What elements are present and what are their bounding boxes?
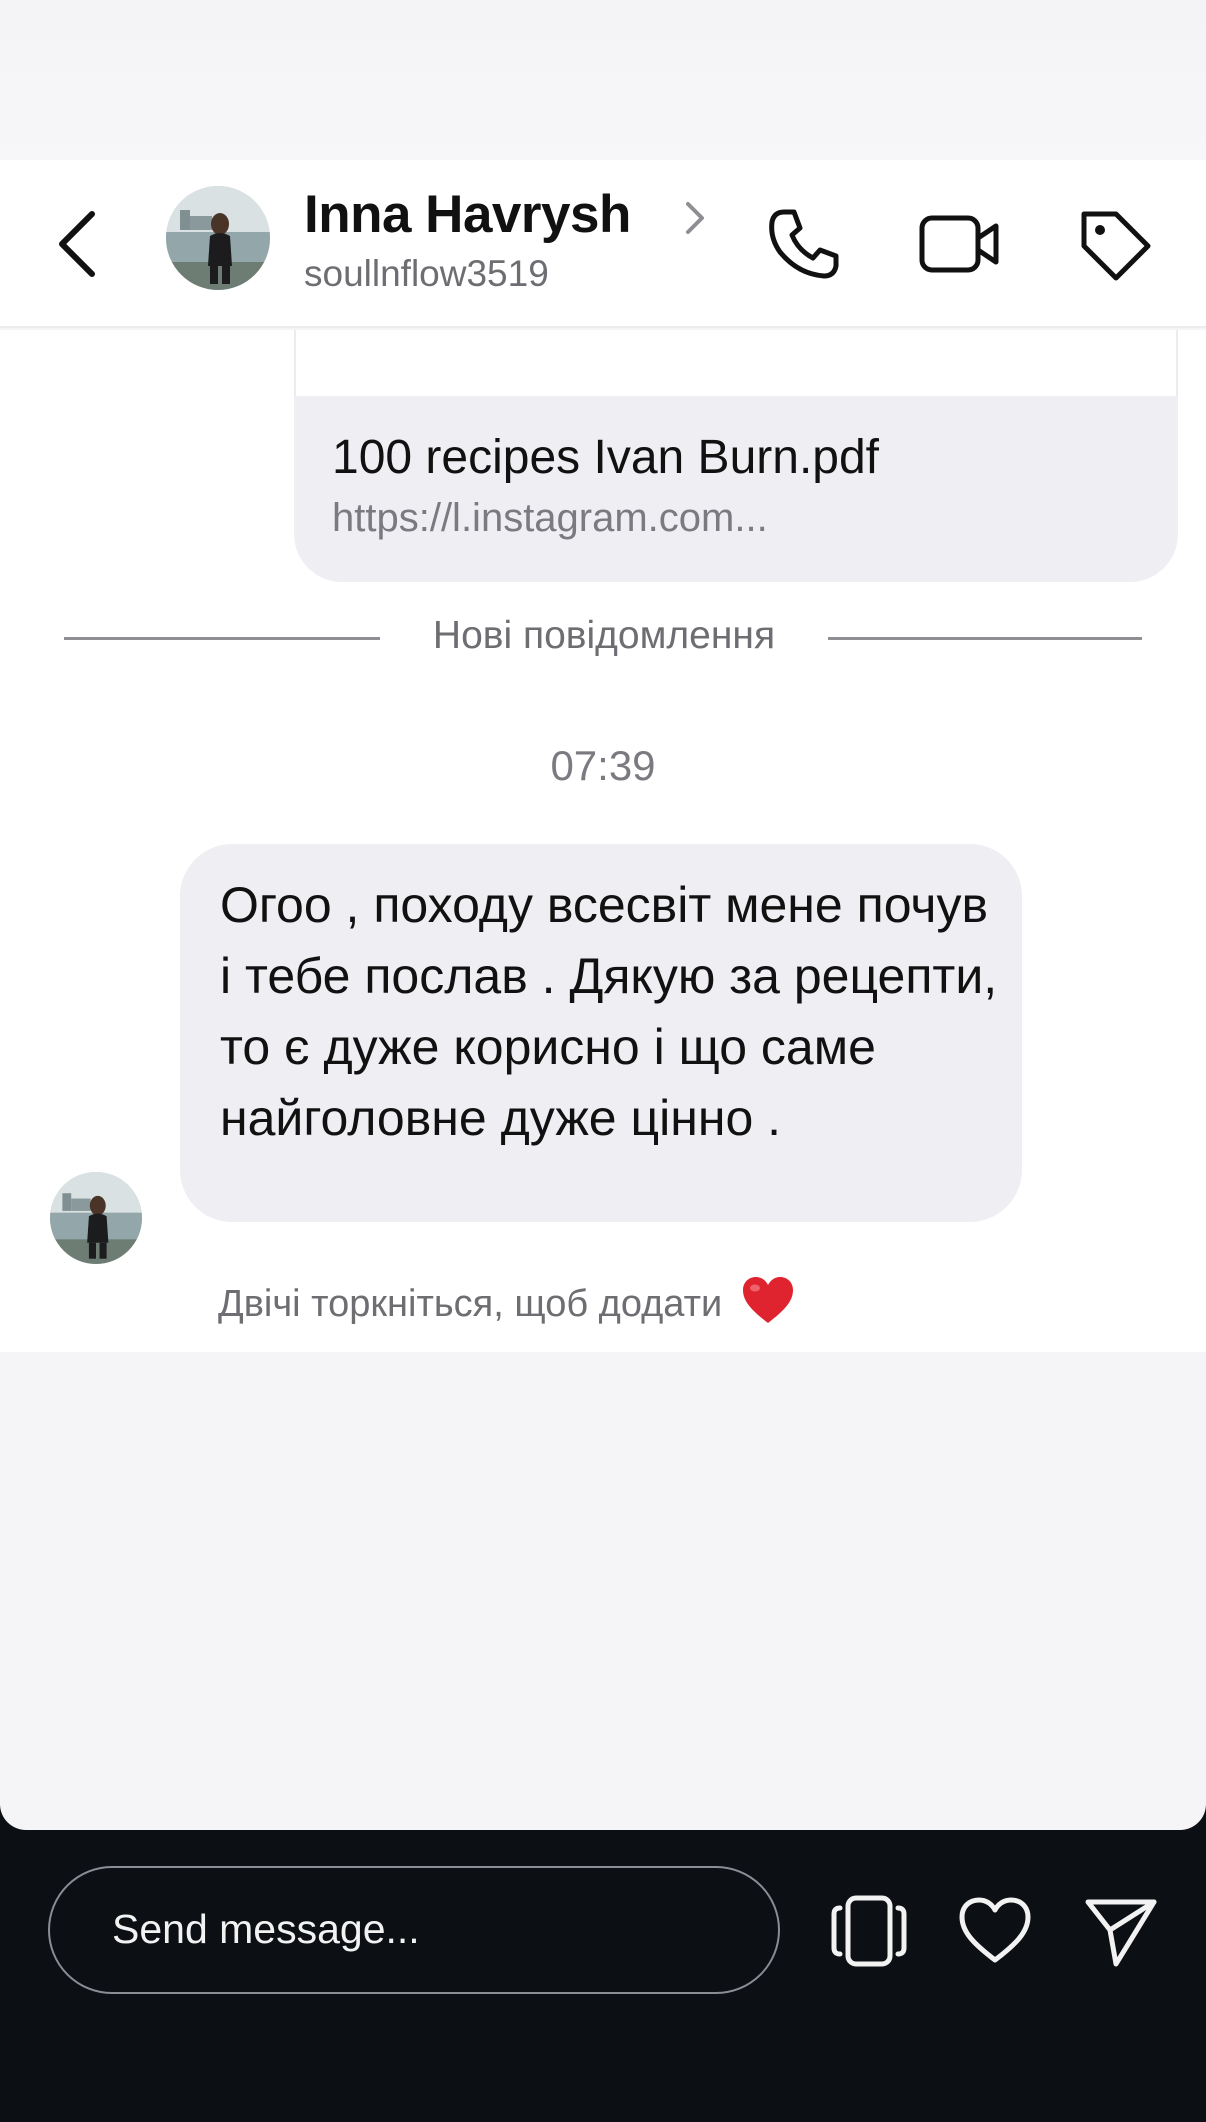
reaction-hint-text: Двічі торкніться, щоб додати	[218, 1283, 723, 1325]
card-stack-icon	[831, 1895, 907, 1967]
back-button[interactable]	[50, 202, 110, 286]
chevron-left-icon	[59, 211, 95, 277]
chevron-right-icon	[686, 202, 704, 234]
link-preview-image[interactable]	[294, 330, 1178, 398]
paper-plane-icon	[1085, 1899, 1157, 1967]
tag-button[interactable]	[1072, 202, 1156, 286]
chat-header: Inna Havrysh soullnflow3519	[0, 160, 1206, 328]
like-button[interactable]	[956, 1892, 1034, 1970]
avatar-photo	[166, 186, 270, 290]
status-area	[0, 0, 1206, 160]
sender-avatar[interactable]	[50, 1172, 142, 1264]
video-call-button[interactable]	[916, 202, 1000, 286]
message-input[interactable]: Send message...	[48, 1866, 780, 1994]
contact-avatar[interactable]	[166, 186, 270, 290]
message-text: Огоо , походу всесвіт мене почув і тебе …	[220, 877, 998, 1146]
send-button[interactable]	[1082, 1892, 1160, 1970]
phone-icon	[769, 209, 839, 279]
contact-username: soullnflow3519	[304, 253, 549, 294]
call-button[interactable]	[762, 202, 846, 286]
divider-line	[64, 637, 380, 640]
link-message-bubble[interactable]: 100 recipes Ivan Burn.pdf https://l.inst…	[294, 396, 1178, 582]
stack-button[interactable]	[830, 1892, 908, 1970]
chat-screen: Inna Havrysh soullnflow3519 100 recipes …	[0, 0, 1206, 1830]
heart-icon	[959, 1897, 1031, 1963]
link-url[interactable]: https://l.instagram.com...	[332, 496, 768, 541]
incoming-message-bubble[interactable]: Огоо , походу всесвіт мене почув і тебе …	[180, 844, 1022, 1222]
red-heart-icon	[742, 1277, 793, 1323]
message-thread: 100 recipes Ivan Burn.pdf https://l.inst…	[0, 330, 1206, 1352]
reaction-hint: Двічі торкніться, щоб додати	[218, 1276, 795, 1326]
avatar-photo	[50, 1172, 142, 1264]
contact-name[interactable]: Inna Havrysh	[304, 184, 631, 245]
video-camera-icon	[919, 215, 999, 273]
new-messages-divider: Нові повідомлення	[432, 614, 776, 657]
link-title: 100 recipes Ivan Burn.pdf	[332, 431, 880, 484]
message-timestamp: 07:39	[550, 742, 656, 789]
profile-chevron[interactable]	[680, 196, 710, 240]
tag-icon	[1081, 211, 1151, 281]
message-input-placeholder: Send message...	[112, 1906, 420, 1952]
divider-line	[828, 637, 1142, 640]
